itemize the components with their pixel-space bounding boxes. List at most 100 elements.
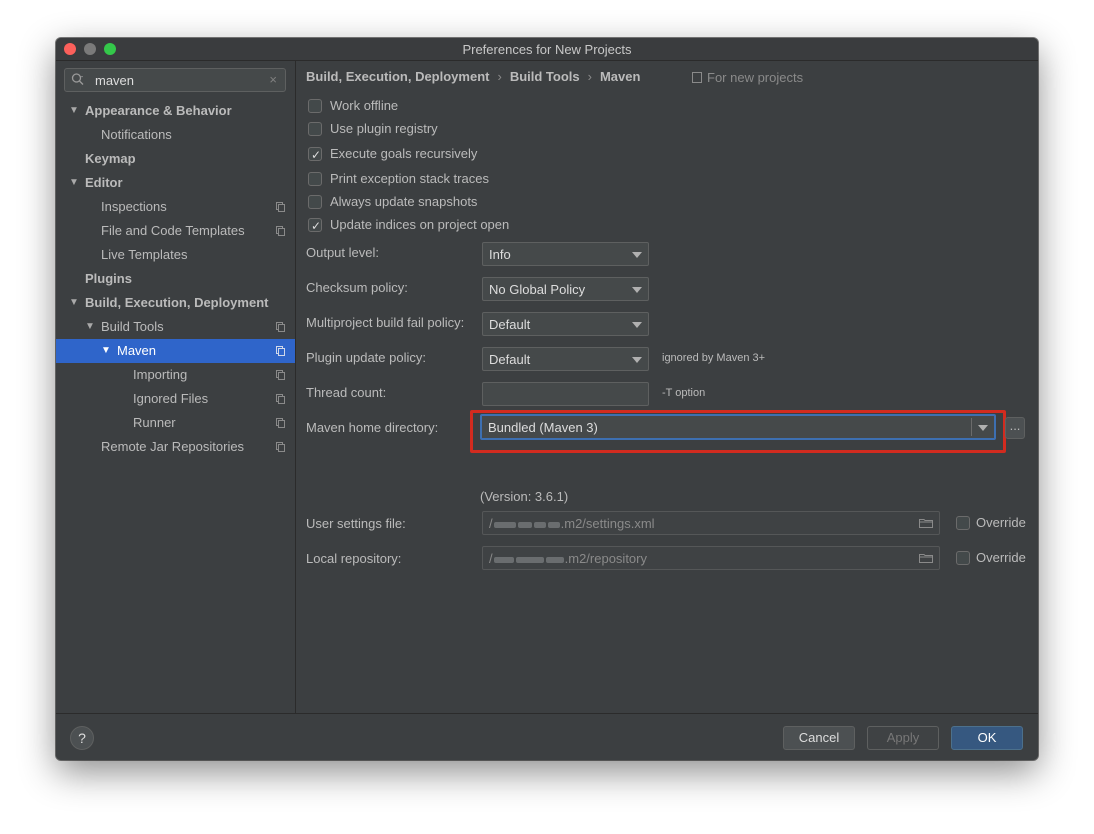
- path-suffix: .m2/settings.xml: [560, 516, 655, 531]
- checkbox-box[interactable]: [308, 99, 322, 113]
- fail-policy-label: Multiproject build fail policy:: [306, 315, 465, 330]
- checkbox-label: Override: [976, 515, 1026, 530]
- breadcrumb-item[interactable]: Build Tools: [510, 69, 580, 84]
- redacted-path-segment: [517, 521, 532, 528]
- browse-maven-home-button[interactable]: ...: [1005, 417, 1025, 439]
- sidebar-item-label: Remote Jar Repositories: [101, 439, 245, 454]
- redacted-path-segment: [515, 556, 544, 563]
- scope-label: For new projects: [692, 70, 803, 85]
- chevron-down-icon: [632, 287, 642, 293]
- apply-button[interactable]: Apply: [867, 726, 939, 750]
- checkmark-icon: ✓: [311, 148, 322, 162]
- checkbox-label: Override: [976, 550, 1026, 565]
- user-settings-label: User settings file:: [306, 516, 406, 531]
- checkbox-label: Use plugin registry: [330, 121, 438, 136]
- user-settings-field[interactable]: / .m2/settings.xml: [482, 511, 940, 535]
- project-copy-icon: [276, 226, 285, 236]
- folder-icon[interactable]: [919, 518, 933, 528]
- checkbox-box[interactable]: [956, 551, 970, 565]
- help-button[interactable]: ?: [70, 726, 94, 750]
- sidebar-item-ignored-files[interactable]: Ignored Files: [56, 387, 295, 411]
- thread-count-hint: -T option: [662, 387, 706, 399]
- sidebar-item-importing[interactable]: Importing: [56, 363, 295, 387]
- project-copy-icon: [276, 370, 285, 380]
- sidebar-item-build-execution-deployment[interactable]: ▼ Build, Execution, Deployment: [56, 291, 295, 315]
- sidebar-item-build-tools[interactable]: ▼ Build Tools: [56, 315, 295, 339]
- plugin-update-policy-select[interactable]: Default: [482, 347, 649, 371]
- breadcrumb: Build, Execution, Deployment › Build Tools…: [306, 69, 640, 84]
- local-repository-path: / .m2/repository: [489, 551, 647, 566]
- sidebar-item-label: Build Tools: [101, 319, 164, 334]
- sidebar-item-label: Editor: [85, 175, 123, 190]
- search-input[interactable]: maven: [95, 73, 134, 88]
- project-copy-icon: [276, 346, 285, 356]
- checkbox-box[interactable]: [308, 172, 322, 186]
- cancel-button[interactable]: Cancel: [783, 726, 855, 750]
- scope-text: For new projects: [707, 70, 804, 85]
- path-prefix: /: [489, 551, 493, 566]
- expanded-triangle-icon[interactable]: ▼: [69, 291, 79, 315]
- select-value: Default: [489, 352, 531, 367]
- local-repository-field[interactable]: / .m2/repository: [482, 546, 940, 570]
- checkbox-box[interactable]: [308, 195, 322, 209]
- title-bar: Preferences for New Projects: [56, 38, 1038, 61]
- expanded-triangle-icon[interactable]: ▼: [85, 315, 95, 339]
- expanded-triangle-icon[interactable]: ▼: [69, 171, 79, 195]
- sidebar-item-editor[interactable]: ▼ Editor: [56, 171, 295, 195]
- maven-home-label: Maven home directory:: [306, 420, 439, 435]
- combo-divider: [971, 418, 972, 436]
- breadcrumb-item[interactable]: Build, Execution, Deployment: [306, 69, 489, 84]
- checkbox-label: Execute goals recursively: [330, 146, 478, 161]
- checkbox-box[interactable]: ✓: [308, 147, 322, 162]
- fail-policy-select[interactable]: Default: [482, 312, 649, 336]
- sidebar-item-label: File and Code Templates: [101, 223, 245, 238]
- redacted-path-segment: [493, 556, 514, 563]
- project-copy-icon: [276, 394, 285, 404]
- project-copy-icon: [276, 418, 285, 428]
- sidebar-item-label: Keymap: [85, 151, 136, 166]
- sidebar-item-appearance-behavior[interactable]: ▼ Appearance & Behavior: [56, 99, 295, 123]
- settings-sidebar: maven × ▼ Appearance & Behavior Notifica…: [56, 61, 296, 713]
- checksum-policy-select[interactable]: No Global Policy: [482, 277, 649, 301]
- sidebar-item-remote-jar-repositories[interactable]: Remote Jar Repositories: [56, 435, 295, 459]
- sidebar-item-plugins[interactable]: Plugins: [56, 267, 295, 291]
- redacted-path-segment: [547, 521, 560, 528]
- checkmark-icon: ✓: [311, 219, 322, 233]
- search-field[interactable]: maven ×: [64, 68, 286, 92]
- maven-settings-panel: Build, Execution, Deployment › Build Tools…: [296, 61, 1038, 713]
- sidebar-item-label: Live Templates: [101, 247, 188, 262]
- expanded-triangle-icon[interactable]: ▼: [101, 339, 111, 363]
- sidebar-item-keymap[interactable]: Keymap: [56, 147, 295, 171]
- checkbox-label: Print exception stack traces: [330, 171, 489, 186]
- checksum-policy-label: Checksum policy:: [306, 280, 408, 295]
- clear-search-icon[interactable]: ×: [269, 72, 277, 87]
- sidebar-item-inspections[interactable]: Inspections: [56, 195, 295, 219]
- sidebar-item-notifications[interactable]: Notifications: [56, 123, 295, 147]
- thread-count-label: Thread count:: [306, 385, 387, 400]
- redacted-path-segment: [493, 521, 516, 528]
- checkbox-box[interactable]: [308, 122, 322, 136]
- ok-button[interactable]: OK: [951, 726, 1023, 750]
- checkbox-label: Update indices on project open: [330, 217, 510, 232]
- project-copy-icon: [276, 322, 285, 332]
- checkbox-box[interactable]: [956, 516, 970, 530]
- breadcrumb-item: Maven: [599, 69, 641, 84]
- sidebar-item-file-code-templates[interactable]: File and Code Templates: [56, 219, 295, 243]
- maven-home-select[interactable]: Bundled (Maven 3): [480, 414, 996, 440]
- folder-icon[interactable]: [919, 553, 933, 563]
- thread-count-input[interactable]: [482, 382, 649, 406]
- sidebar-item-runner[interactable]: Runner: [56, 411, 295, 435]
- expanded-triangle-icon[interactable]: ▼: [69, 99, 79, 123]
- project-copy-icon: [276, 202, 285, 212]
- checkbox-box[interactable]: ✓: [308, 218, 322, 233]
- plugin-update-policy-label: Plugin update policy:: [306, 350, 426, 365]
- sidebar-item-label: Build, Execution, Deployment: [85, 295, 269, 310]
- output-level-select[interactable]: Info: [482, 242, 649, 266]
- chevron-down-icon: [632, 322, 642, 328]
- sidebar-item-label: Notifications: [101, 127, 172, 142]
- maven-version-text: (Version: 3.6.1): [480, 489, 569, 504]
- sidebar-item-live-templates[interactable]: Live Templates: [56, 243, 295, 267]
- user-settings-path: / .m2/settings.xml: [489, 516, 655, 531]
- sidebar-item-maven[interactable]: ▼ Maven: [56, 339, 295, 363]
- path-suffix: .m2/repository: [564, 551, 647, 566]
